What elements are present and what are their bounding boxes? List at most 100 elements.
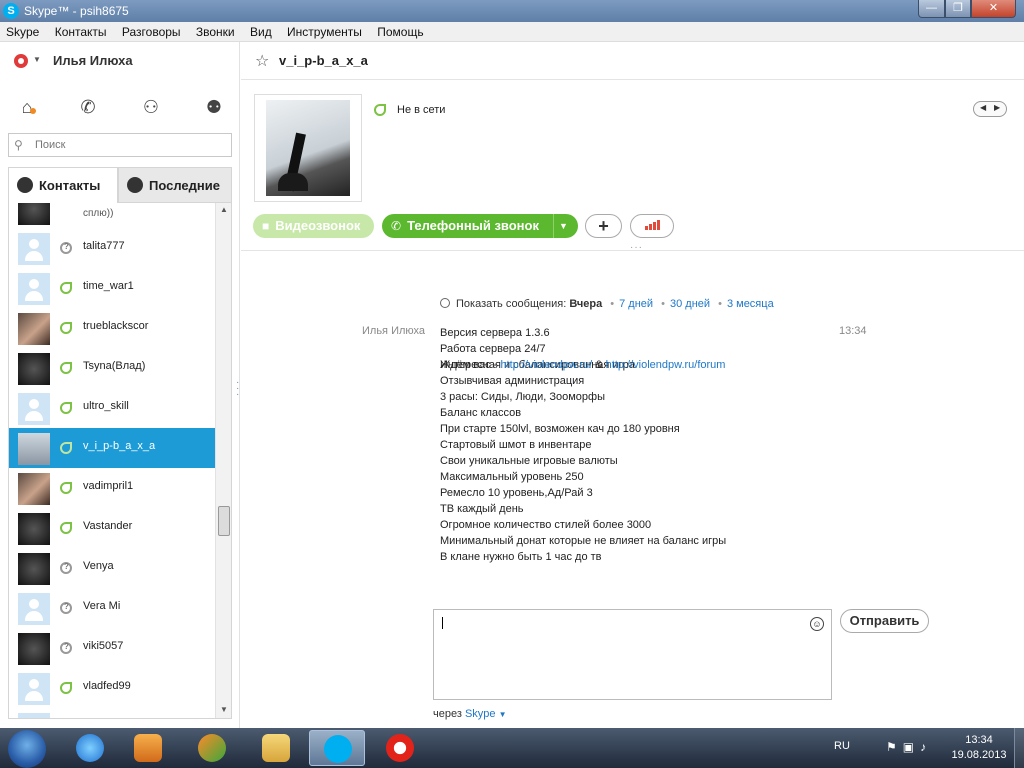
contact-name: v_i_p-b_a_x_a [83, 440, 156, 452]
message-input[interactable]: ☺ [433, 609, 832, 700]
list-item[interactable]: vadimpril1 [9, 468, 215, 508]
clock[interactable]: 13:34 19.08.2013 [951, 733, 1007, 763]
scroll-down-icon[interactable]: ▼ [220, 705, 228, 714]
resize-handle[interactable]: ··· [630, 242, 643, 253]
list-item[interactable]: trueblackscor [9, 308, 215, 348]
scroll-up-icon[interactable]: ▲ [220, 205, 228, 214]
message-link[interactable]: http://violendpw.ru/ [500, 359, 592, 371]
message-link-forum[interactable]: http://violendpw.ru/forum [606, 359, 726, 371]
list-item[interactable]: vladfed99 [9, 668, 215, 708]
contact-list-scrollbar[interactable]: ▲ ▼ [215, 203, 231, 718]
group-icon[interactable]: ⚇ [140, 96, 162, 118]
chevron-down-icon[interactable]: ▼ [499, 710, 507, 719]
tray-icons[interactable]: ⚑▣♪ [886, 740, 932, 754]
window-title: Skype™ - psih8675 [24, 4, 129, 18]
status-icon [374, 104, 386, 116]
message-line: Отзывчивая администрация [440, 375, 585, 387]
tab-recent[interactable]: Последние [118, 167, 232, 203]
phone-icon[interactable]: ✆ [77, 96, 99, 118]
chevron-down-icon[interactable]: ▼ [33, 55, 41, 64]
list-item[interactable]: Venya [9, 548, 215, 588]
maximize-button[interactable]: ❐ [945, 0, 971, 18]
list-item[interactable]: v_i_p-b_a_x_a [9, 428, 215, 468]
home-icon[interactable]: ⌂ [16, 96, 38, 118]
minimize-button[interactable]: — [918, 0, 945, 18]
menu-view[interactable]: Вид [244, 22, 278, 39]
chevron-right-icon[interactable]: ▶ [994, 103, 1000, 112]
camera-icon: ■ [262, 219, 270, 233]
contact-list[interactable]: сплю)) talita777 time_war1 trueblackscor Ts… [8, 203, 232, 719]
chevron-down-icon[interactable]: ▼ [559, 214, 568, 238]
contact-mood: сплю)) [83, 208, 114, 219]
send-via-selector[interactable]: Skype [465, 708, 496, 720]
scroll-thumb[interactable] [218, 506, 230, 536]
media-player-icon [134, 734, 162, 762]
list-item[interactable]: warri0r71 [9, 708, 215, 718]
history-selected[interactable]: Вчера [569, 298, 602, 310]
avatar [18, 713, 50, 718]
menu-tools[interactable]: Инструменты [281, 22, 368, 39]
avatar [18, 203, 50, 225]
status-icon[interactable] [14, 54, 28, 68]
add-contact-icon[interactable]: ⚉ [203, 96, 225, 118]
message-line: Версия сервера 1.3.6 [440, 327, 550, 339]
emoticon-icon[interactable]: ☺ [810, 617, 824, 631]
taskbar-explorer[interactable] [248, 730, 304, 766]
message-line: Максимальный уровень 250 [440, 471, 584, 483]
contact-status-text: Не в сети [397, 104, 446, 116]
clock-icon [127, 177, 143, 193]
contact-avatar[interactable] [254, 94, 362, 202]
tab-contacts[interactable]: Контакты [8, 167, 118, 203]
menu-help[interactable]: Помощь [371, 22, 429, 39]
list-item[interactable]: time_war1 [9, 268, 215, 308]
list-item[interactable]: viki5057 [9, 628, 215, 668]
menu-skype[interactable]: Skype [0, 22, 45, 39]
star-icon[interactable]: ☆ [255, 51, 269, 71]
avatar [18, 313, 50, 345]
message-line: Баланс классов [440, 407, 522, 419]
list-item[interactable]: Vastander [9, 508, 215, 548]
show-desktop-button[interactable] [1014, 728, 1024, 768]
call-quality-button[interactable] [630, 214, 674, 238]
taskbar-yandex-browser[interactable] [372, 730, 428, 766]
history-30-days-link[interactable]: 30 дней [670, 298, 710, 310]
panel-splitter[interactable]: · · · [236, 378, 240, 400]
video-call-button[interactable]: ■ Видеозвонок [253, 214, 374, 238]
close-button[interactable]: ✕ [971, 0, 1016, 18]
menu-calls[interactable]: Звонки [190, 22, 241, 39]
history-3-months-link[interactable]: 3 месяца [727, 298, 774, 310]
avatar [18, 393, 50, 425]
send-via: через Skype ▼ [433, 708, 507, 720]
taskbar: RU ⚑▣♪ 13:34 19.08.2013 [0, 728, 1024, 768]
avatar [18, 633, 50, 665]
profile-name: Илья Илюха [53, 53, 133, 68]
phone-call-button[interactable]: ✆ Телефонный звонок ▼ [382, 214, 578, 238]
conversation-title: v_i_p-b_a_x_a [279, 53, 368, 68]
taskbar-media-player[interactable] [120, 730, 176, 766]
phone-icon: ✆ [391, 219, 402, 233]
list-item[interactable]: talita777 [9, 228, 215, 268]
taskbar-app[interactable] [184, 730, 240, 766]
skype-logo-icon: S [3, 3, 19, 19]
taskbar-skype[interactable] [309, 730, 365, 766]
send-button[interactable]: Отправить [840, 609, 929, 633]
taskbar-ie[interactable] [62, 730, 118, 766]
search-box[interactable]: ⚲ [8, 133, 232, 157]
chevron-left-icon[interactable]: ◀ [980, 103, 986, 112]
add-button[interactable]: + [585, 214, 622, 238]
list-item[interactable]: ultro_skill [9, 388, 215, 428]
menu-contacts[interactable]: Контакты [49, 22, 113, 39]
language-indicator[interactable]: RU [834, 740, 850, 752]
menu-conversations[interactable]: Разговоры [116, 22, 187, 39]
profile-pager[interactable]: ◀ ▶ [973, 101, 1007, 117]
list-item[interactable]: Vera Mi [9, 588, 215, 628]
start-button[interactable] [8, 730, 46, 768]
list-item[interactable]: Tsyna(Влад) [9, 348, 215, 388]
message-line: 3 расы: Сиды, Люди, Зооморфы [440, 391, 605, 403]
conversation-header: ☆ v_i_p-b_a_x_a [241, 42, 1024, 80]
history-7-days-link[interactable]: 7 дней [619, 298, 653, 310]
contact-tabs: Контакты Последние [8, 167, 232, 203]
list-item[interactable]: сплю)) [9, 203, 215, 228]
search-icon: ⚲ [14, 138, 23, 152]
search-input[interactable] [35, 137, 225, 153]
